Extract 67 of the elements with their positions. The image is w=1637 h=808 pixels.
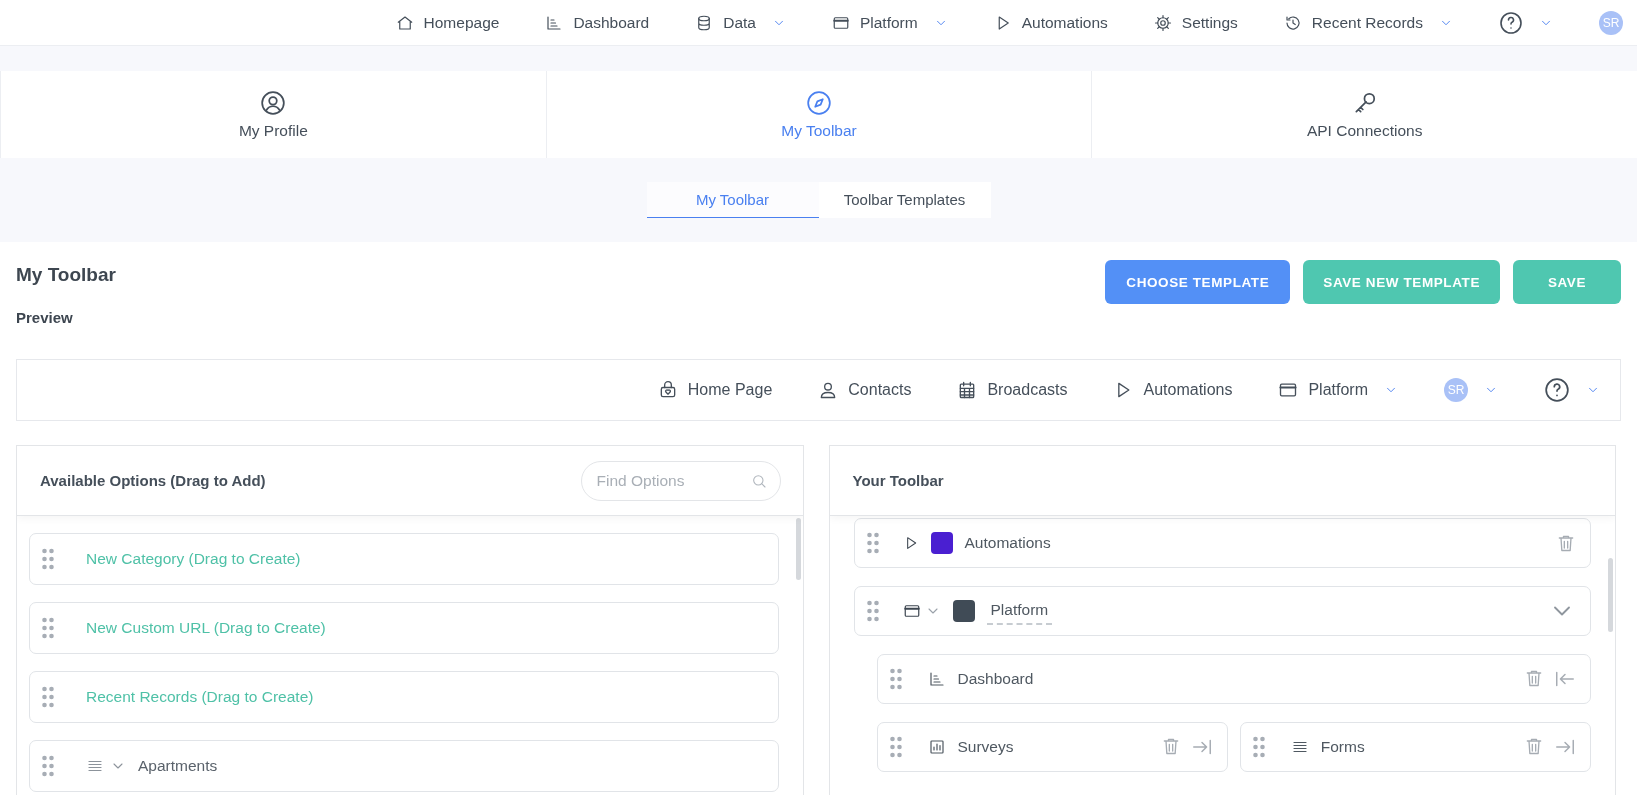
item-label: New Category (Drag to Create): [86, 550, 301, 568]
help-menu[interactable]: [1499, 10, 1553, 35]
toolbar-item[interactable]: Surveys: [876, 722, 1228, 772]
nav-link[interactable]: Recent Records: [1283, 13, 1453, 32]
drag-handle-icon[interactable]: [42, 617, 54, 639]
nav-link[interactable]: Automations: [993, 13, 1108, 32]
item-label: New Custom URL (Drag to Create): [86, 619, 326, 637]
toolbar-category[interactable]: Platform: [853, 586, 1591, 636]
toolbar-item[interactable]: Forms: [1239, 722, 1591, 772]
item-label: Forms: [1320, 738, 1365, 756]
trash-icon: [1524, 736, 1544, 756]
drag-handle-icon[interactable]: [42, 548, 54, 570]
scrollbar-thumb[interactable]: [1608, 558, 1613, 632]
color-swatch[interactable]: [952, 600, 975, 622]
item-label: Automations: [964, 534, 1051, 552]
profile-tab[interactable]: My Toolbar: [545, 71, 1092, 158]
sub-tab[interactable]: Toolbar Templates: [818, 182, 991, 218]
nav-link[interactable]: Platform: [1278, 380, 1398, 400]
user-icon: [260, 89, 287, 116]
drag-handle-icon[interactable]: [889, 736, 902, 758]
drag-handle-icon[interactable]: [42, 686, 54, 708]
drag-handle-icon[interactable]: [866, 600, 879, 622]
section-label: Preview: [16, 309, 74, 326]
trash-icon: [1524, 668, 1544, 688]
name-field[interactable]: Platform: [986, 601, 1053, 625]
history-icon: [1283, 13, 1302, 32]
avatar: SR: [1444, 378, 1468, 402]
page-title: My Toolbar: [16, 264, 116, 286]
panel-title: Available Options (Drag to Add): [40, 472, 266, 489]
nav-link[interactable]: Contacts: [818, 380, 912, 400]
nav-link[interactable]: Homepage: [395, 13, 500, 32]
help-icon: [1499, 10, 1523, 35]
nav-link[interactable]: Automations: [1113, 380, 1233, 400]
help-icon: [1544, 377, 1570, 403]
item-label: Apartments: [138, 757, 218, 775]
option-item[interactable]: Apartments: [29, 740, 779, 792]
bar-chart-icon: [927, 738, 946, 756]
sub-tab[interactable]: My Toolbar: [646, 182, 819, 218]
nav-link[interactable]: Data: [695, 13, 786, 32]
drag-handle-icon[interactable]: [1252, 736, 1265, 758]
search-icon: [750, 472, 767, 489]
profile-tab[interactable]: My Profile: [0, 71, 546, 158]
color-swatch[interactable]: [930, 532, 953, 554]
settings-icon: [1153, 13, 1172, 32]
profile-tab[interactable]: API Connections: [1091, 71, 1637, 158]
toolbar-item[interactable]: Dashboard: [876, 654, 1591, 704]
drag-handle-icon[interactable]: [42, 755, 54, 777]
nav-link[interactable]: Settings: [1153, 13, 1238, 32]
delete-button[interactable]: [1556, 533, 1576, 553]
window-icon: [902, 602, 921, 620]
item-label: Recent Records (Drag to Create): [86, 688, 314, 706]
nav-link[interactable]: Home Page: [657, 380, 773, 400]
nav-link[interactable]: Broadcasts: [957, 380, 1068, 400]
nav-link[interactable]: Platform: [831, 13, 948, 32]
drag-handle-icon[interactable]: [889, 668, 902, 690]
chart-icon: [927, 670, 946, 688]
toolbar-item[interactable]: Automations: [853, 518, 1591, 568]
search-field[interactable]: Find Options: [580, 460, 781, 501]
nav-link[interactable]: Dashboard: [545, 13, 650, 32]
item-label: Surveys: [957, 738, 1014, 756]
compass-icon: [806, 89, 832, 116]
help-menu[interactable]: [1544, 377, 1600, 403]
scrollbar-thumb[interactable]: [795, 518, 801, 580]
panel-title: Your Toolbar: [852, 472, 944, 489]
item-label: Dashboard: [957, 670, 1034, 688]
drag-handle-icon[interactable]: [866, 532, 879, 554]
trash-icon: [1556, 533, 1576, 553]
